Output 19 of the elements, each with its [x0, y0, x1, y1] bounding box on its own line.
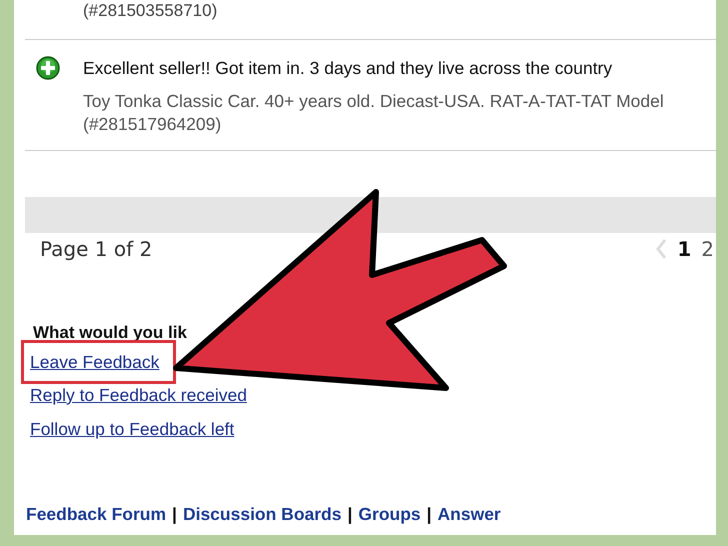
separator: | — [426, 503, 432, 525]
prompt-text: What would you lik — [32, 322, 188, 344]
page-number[interactable]: 2 — [701, 234, 714, 264]
item-title: Toy Tonka Classic Car. 40+ years old. Diecast-USA. RAT-A-TAT-TAT Model — [83, 90, 664, 113]
feedback-link[interactable]: Follow up to Feedback left — [30, 418, 234, 440]
footer-link[interactable]: Discussion Boards — [182, 503, 342, 525]
footer-link[interactable]: Answer — [438, 503, 501, 525]
separator: | — [172, 503, 177, 525]
separator: | — [347, 503, 352, 525]
page-label: Page 1 of 2 — [40, 236, 152, 263]
item-number: (#281503558710) — [82, 1, 218, 21]
feedback-comment: Excellent seller!! Got item in. 3 days and they live across the country — [83, 57, 614, 80]
feedback-link[interactable]: Reply to Feedback received — [30, 384, 247, 406]
footer-link[interactable]: Feedback Forum — [26, 503, 166, 525]
feedback-link[interactable]: Leave Feedback — [24, 343, 174, 381]
page-number[interactable]: 1 — [677, 234, 692, 264]
previous-page-icon[interactable] — [655, 238, 668, 260]
footer-link[interactable]: Groups — [358, 503, 421, 525]
item-number: (#281517964209) — [83, 113, 222, 136]
